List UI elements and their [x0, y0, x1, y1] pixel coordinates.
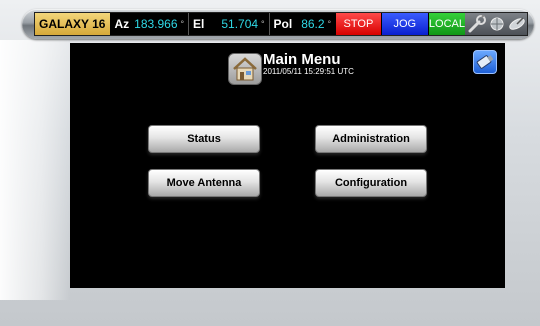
el-label: El: [193, 17, 205, 31]
move-antenna-button[interactable]: Move Antenna: [148, 169, 260, 197]
configuration-button[interactable]: Configuration: [315, 169, 427, 197]
main-menu-screen: Main Menu 2011/05/11 15:29:51 UTC Status…: [70, 43, 505, 288]
el-degree: °: [261, 19, 265, 29]
network-icon[interactable]: [488, 15, 506, 33]
tool-icons: [465, 13, 527, 35]
el-value: 51.704: [221, 17, 259, 31]
glare-decoration: [0, 40, 70, 300]
wrench-icon[interactable]: [467, 15, 487, 33]
status-button[interactable]: Status: [148, 125, 260, 153]
pol-degree: °: [327, 19, 332, 29]
local-button[interactable]: LOCAL: [427, 13, 465, 35]
stop-button[interactable]: STOP: [335, 13, 381, 35]
pol-value: 86.2: [301, 17, 325, 31]
status-bar-inner: GALAXY 16 Az 183.966 ° El 51.704 ° Pol 8…: [34, 12, 528, 36]
az-value: 183.966: [134, 17, 178, 31]
datetime: 2011/05/11 15:29:51 UTC: [263, 67, 354, 76]
jog-button[interactable]: JOG: [380, 13, 428, 35]
page-title: Main Menu: [263, 51, 341, 68]
satellite-dish-icon[interactable]: [507, 15, 527, 33]
status-bar: GALAXY 16 Az 183.966 ° El 51.704 ° Pol 8…: [22, 9, 534, 39]
satellite-name: GALAXY 16: [35, 13, 111, 35]
az-degree: °: [180, 19, 185, 29]
usb-icon[interactable]: [473, 50, 497, 74]
pol-label: Pol: [273, 17, 293, 31]
administration-button[interactable]: Administration: [315, 125, 427, 153]
az-label: Az: [114, 17, 130, 31]
home-icon[interactable]: [228, 53, 262, 85]
